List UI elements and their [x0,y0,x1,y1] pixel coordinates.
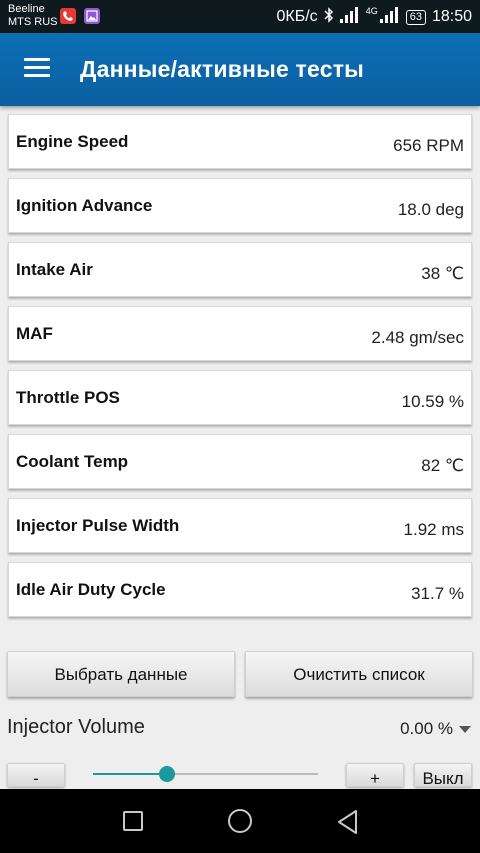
row-value: 82 ℃ [421,456,464,475]
app-bar: Данные/активные тесты [0,33,480,106]
slider-thumb[interactable] [159,766,176,782]
recent-apps-icon[interactable] [123,811,143,831]
data-row-throttle-pos[interactable]: Throttle POS 10.59 % [8,370,472,425]
row-label: Idle Air Duty Cycle [16,580,166,599]
clock: 18:50 [431,8,472,25]
row-label: Injector Pulse Width [16,516,180,535]
battery-level: 63 [405,9,426,25]
carrier-names: Beeline MTS RUS [8,3,58,29]
injector-volume-dropdown[interactable]: 0.00 % [400,719,453,739]
carrier-2: MTS RUS [8,16,58,28]
row-label: Ignition Advance [16,196,153,215]
gallery-icon [84,8,100,24]
data-row-coolant-temp[interactable]: Coolant Temp 82 ℃ [8,434,472,489]
data-row-intake-air[interactable]: Intake Air 38 ℃ [8,242,472,297]
back-icon[interactable] [336,809,360,840]
row-label: MAF [16,324,53,343]
row-value: 31.7 % [411,584,464,603]
increase-button[interactable]: + [346,763,404,787]
clear-list-button[interactable]: Очистить список [245,651,473,697]
decrease-button[interactable]: - [7,763,65,787]
navigation-bar [0,789,480,853]
net-speed: 0КБ/с [276,8,318,25]
data-row-injector-pulse-width[interactable]: Injector Pulse Width 1.92 ms [8,498,472,553]
home-icon[interactable] [228,809,252,833]
row-value: 10.59 % [401,392,464,411]
row-value: 656 RPM [393,136,464,155]
slider-fill [93,773,168,775]
dropdown-arrow-icon[interactable] [459,726,471,733]
network-type: 4G [365,6,378,16]
injector-volume-label: Injector Volume [7,716,145,738]
signal-icon [339,6,360,28]
data-row-ignition-advance[interactable]: Ignition Advance 18.0 deg [8,178,472,233]
row-value: 18.0 deg [397,200,464,219]
hamburger-menu-icon[interactable] [24,58,50,80]
row-value: 2.48 gm/sec [371,328,464,347]
data-row-idle-air-duty-cycle[interactable]: Idle Air Duty Cycle 31.7 % [8,562,472,617]
page-title: Данные/активные тесты [80,56,364,82]
bluetooth-icon [324,6,334,28]
row-value: 38 ℃ [421,264,464,283]
status-bar: Beeline MTS RUS 0КБ/с 4G 63 18:50 [0,0,480,33]
missed-call-icon [60,8,76,24]
row-value: 1.92 ms [403,520,464,539]
row-label: Engine Speed [16,132,129,151]
select-data-button[interactable]: Выбрать данные [7,651,235,697]
row-label: Throttle POS [16,388,120,407]
carrier-1: Beeline [8,3,45,15]
row-label: Intake Air [16,260,93,279]
signal-icon-2 [379,6,400,28]
data-row-engine-speed[interactable]: Engine Speed 656 RPM [8,114,472,169]
injector-slider[interactable] [93,766,318,782]
data-row-maf[interactable]: MAF 2.48 gm/sec [8,306,472,361]
row-label: Coolant Temp [16,452,129,471]
off-button[interactable]: Выкл [414,763,472,787]
